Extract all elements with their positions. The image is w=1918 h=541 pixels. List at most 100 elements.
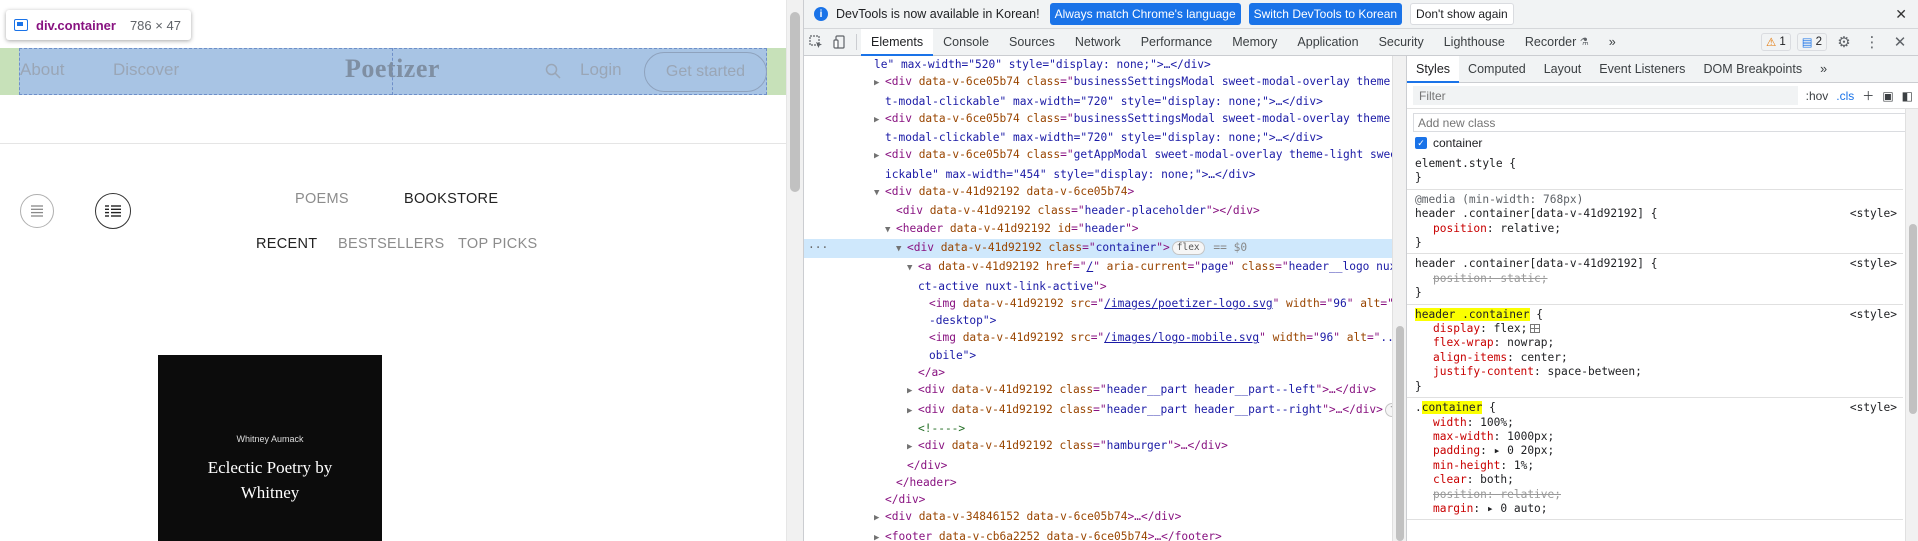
tab-elements[interactable]: Elements — [861, 29, 934, 56]
tab-bookstore[interactable]: BOOKSTORE — [404, 191, 498, 207]
nav-discover-link[interactable]: Discover — [113, 60, 179, 80]
dom-node[interactable]: ▼ <header data-v-41d92192 id="header"> — [804, 220, 1392, 239]
expand-icon[interactable]: ▶ — [874, 530, 885, 541]
elements-scrollbar[interactable] — [1392, 56, 1406, 541]
dom-node[interactable]: ▶ <div data-v-6ce05b74 class="getAppModal… — [804, 146, 1392, 165]
tab-event-listeners[interactable]: Event Listeners — [1590, 56, 1694, 82]
class-toggle[interactable]: .cls — [1836, 89, 1854, 103]
messages-badge[interactable]: ▤ 2 — [1796, 33, 1827, 51]
dom-closing-tag[interactable]: </div> — [804, 491, 1392, 508]
dom-node[interactable]: ▶ <div data-v-6ce05b74 class="businessSet… — [804, 73, 1392, 92]
styles-scrollbar[interactable] — [1905, 109, 1918, 541]
style-property[interactable]: max-width: 1000px; — [1415, 430, 1897, 444]
tab-network[interactable]: Network — [1065, 29, 1131, 55]
flex-badge[interactable]: flex — [1171, 240, 1205, 255]
rule-source-link[interactable]: <style> — [1850, 257, 1897, 271]
tab-console[interactable]: Console — [933, 29, 999, 55]
match-language-button[interactable]: Always match Chrome's language — [1049, 3, 1241, 25]
tab-sources[interactable]: Sources — [999, 29, 1065, 55]
tab-computed[interactable]: Computed — [1459, 56, 1535, 82]
rule-source-link[interactable]: <style> — [1850, 207, 1897, 221]
tab-memory[interactable]: Memory — [1222, 29, 1287, 55]
list-view-button[interactable] — [20, 194, 54, 228]
dom-closing-tag[interactable]: </div> — [804, 457, 1392, 474]
hover-state-toggle[interactable]: :hov — [1806, 89, 1829, 103]
paint-brush-icon[interactable]: ▣ — [1882, 89, 1893, 103]
dom-node[interactable]: ▶ <div data-v-6ce05b74 class="businessSet… — [804, 110, 1392, 129]
dom-node[interactable]: ▼ <div data-v-41d92192 data-v-6ce05b74> — [804, 183, 1392, 202]
expand-icon[interactable]: ▶ — [874, 112, 885, 129]
style-property[interactable]: position: relative; — [1415, 222, 1897, 236]
style-rule[interactable]: <style> .container { width: 100%; max-wi… — [1407, 398, 1903, 521]
style-property[interactable]: clear: both; — [1415, 473, 1897, 487]
dont-show-again-button[interactable]: Don't show again — [1410, 3, 1514, 25]
style-rule[interactable]: <style> header .container { display: fle… — [1407, 305, 1903, 399]
tab-bestsellers[interactable]: BESTSELLERS — [338, 236, 444, 252]
rule-source-link[interactable]: <style> — [1850, 401, 1897, 415]
tab-security[interactable]: Security — [1369, 29, 1434, 55]
dom-node[interactable]: ▶ <div data-v-41d92192 class="header__par… — [804, 381, 1392, 400]
styles-filter-input[interactable] — [1413, 86, 1798, 105]
style-property[interactable]: min-height: 1%; — [1415, 459, 1897, 473]
style-property[interactable]: margin: ▸ 0 auto; — [1415, 502, 1897, 516]
page-scrollbar[interactable] — [786, 0, 803, 541]
style-property[interactable]: align-items: center; — [1415, 351, 1897, 365]
style-property[interactable]: padding: ▸ 0 20px; — [1415, 444, 1897, 458]
dom-node[interactable]: <div data-v-41d92192 class="header-place… — [804, 202, 1392, 219]
tab-recent[interactable]: RECENT — [256, 236, 317, 252]
tab-layout[interactable]: Layout — [1535, 56, 1591, 82]
collapse-icon[interactable]: ▼ — [907, 260, 918, 277]
styles-more-tabs-button[interactable]: » — [1811, 56, 1836, 82]
device-toolbar-icon[interactable] — [828, 29, 852, 55]
expand-icon[interactable]: ▶ — [874, 75, 885, 92]
dom-node[interactable]: ▶ <footer data-v-cb6a2252 data-v-6ce05b74… — [804, 528, 1392, 541]
site-logo[interactable]: Poetizer — [345, 54, 440, 84]
tab-performance[interactable]: Performance — [1131, 29, 1223, 55]
dom-attr-link[interactable]: /images/poetizer-logo.svg — [1104, 297, 1272, 310]
tab-poems[interactable]: POEMS — [295, 191, 349, 207]
book-card[interactable]: Whitney Aumack Eclectic Poetry by Whitne… — [158, 355, 382, 541]
kebab-menu-icon[interactable]: ⋮ — [1861, 33, 1883, 51]
page-scrollbar-thumb[interactable] — [790, 12, 800, 192]
switch-to-korean-button[interactable]: Switch DevTools to Korean — [1248, 3, 1403, 25]
expand-icon[interactable]: ▶ — [907, 439, 918, 456]
style-rule[interactable]: <style> header .container[data-v-41d9219… — [1407, 254, 1903, 305]
add-class-input[interactable] — [1413, 113, 1913, 132]
style-property-overridden[interactable]: position: static; — [1415, 272, 1897, 286]
collapse-icon[interactable]: ▼ — [885, 222, 896, 239]
style-property[interactable]: flex-wrap: nowrap; — [1415, 336, 1897, 350]
class-checkbox[interactable]: ✓ — [1415, 137, 1427, 149]
add-rule-icon[interactable]: ＋ — [1862, 87, 1874, 104]
expand-icon[interactable]: ▶ — [907, 383, 918, 400]
style-property[interactable]: justify-content: space-between; — [1415, 365, 1897, 379]
flexbox-editor-icon[interactable] — [1530, 324, 1541, 334]
dom-closing-tag[interactable]: </a> — [804, 364, 1392, 381]
style-rule[interactable]: element.style { } — [1407, 154, 1903, 190]
gear-icon[interactable]: ⚙ — [1833, 33, 1855, 51]
elements-scrollbar-thumb[interactable] — [1396, 326, 1404, 541]
tab-recorder[interactable]: Recorder ⚗ — [1515, 29, 1599, 55]
search-icon[interactable] — [545, 63, 561, 79]
dom-node[interactable]: ▼ <a data-v-41d92192 href="/" aria-curren… — [804, 258, 1392, 277]
node-actions-icon[interactable]: ··· — [808, 239, 828, 256]
tab-application[interactable]: Application — [1287, 29, 1368, 55]
more-tabs-button[interactable]: » — [1599, 29, 1626, 55]
tab-top-picks[interactable]: TOP PICKS — [458, 236, 538, 252]
styles-scrollbar-thumb[interactable] — [1909, 224, 1917, 414]
dom-node[interactable]: le" max-width="520" style="display: none… — [804, 56, 1392, 73]
inspect-element-icon[interactable] — [804, 29, 828, 55]
close-icon[interactable]: ✕ — [1895, 6, 1907, 23]
expand-icon[interactable]: ▶ — [874, 148, 885, 165]
login-link[interactable]: Login — [580, 60, 622, 80]
expand-icon[interactable]: ▶ — [907, 403, 918, 420]
dom-node[interactable]: <img data-v-41d92192 src="/images/poetiz… — [804, 295, 1392, 312]
dom-closing-tag[interactable]: </header> — [804, 474, 1392, 491]
collapse-icon[interactable]: ▼ — [896, 241, 907, 258]
style-rule[interactable]: @media (min-width: 768px) <style> header… — [1407, 190, 1903, 255]
style-property-overridden[interactable]: position: relative; — [1415, 488, 1897, 502]
dom-attr-link[interactable]: /images/logo-mobile.svg — [1104, 331, 1259, 344]
flex-badge[interactable]: flex — [1384, 402, 1392, 417]
warnings-badge[interactable]: ⚠ 1 — [1761, 33, 1791, 51]
dom-node[interactable]: ▶ <div data-v-34846152 data-v-6ce05b74>…<… — [804, 508, 1392, 527]
rule-source-link[interactable]: <style> — [1850, 308, 1897, 322]
